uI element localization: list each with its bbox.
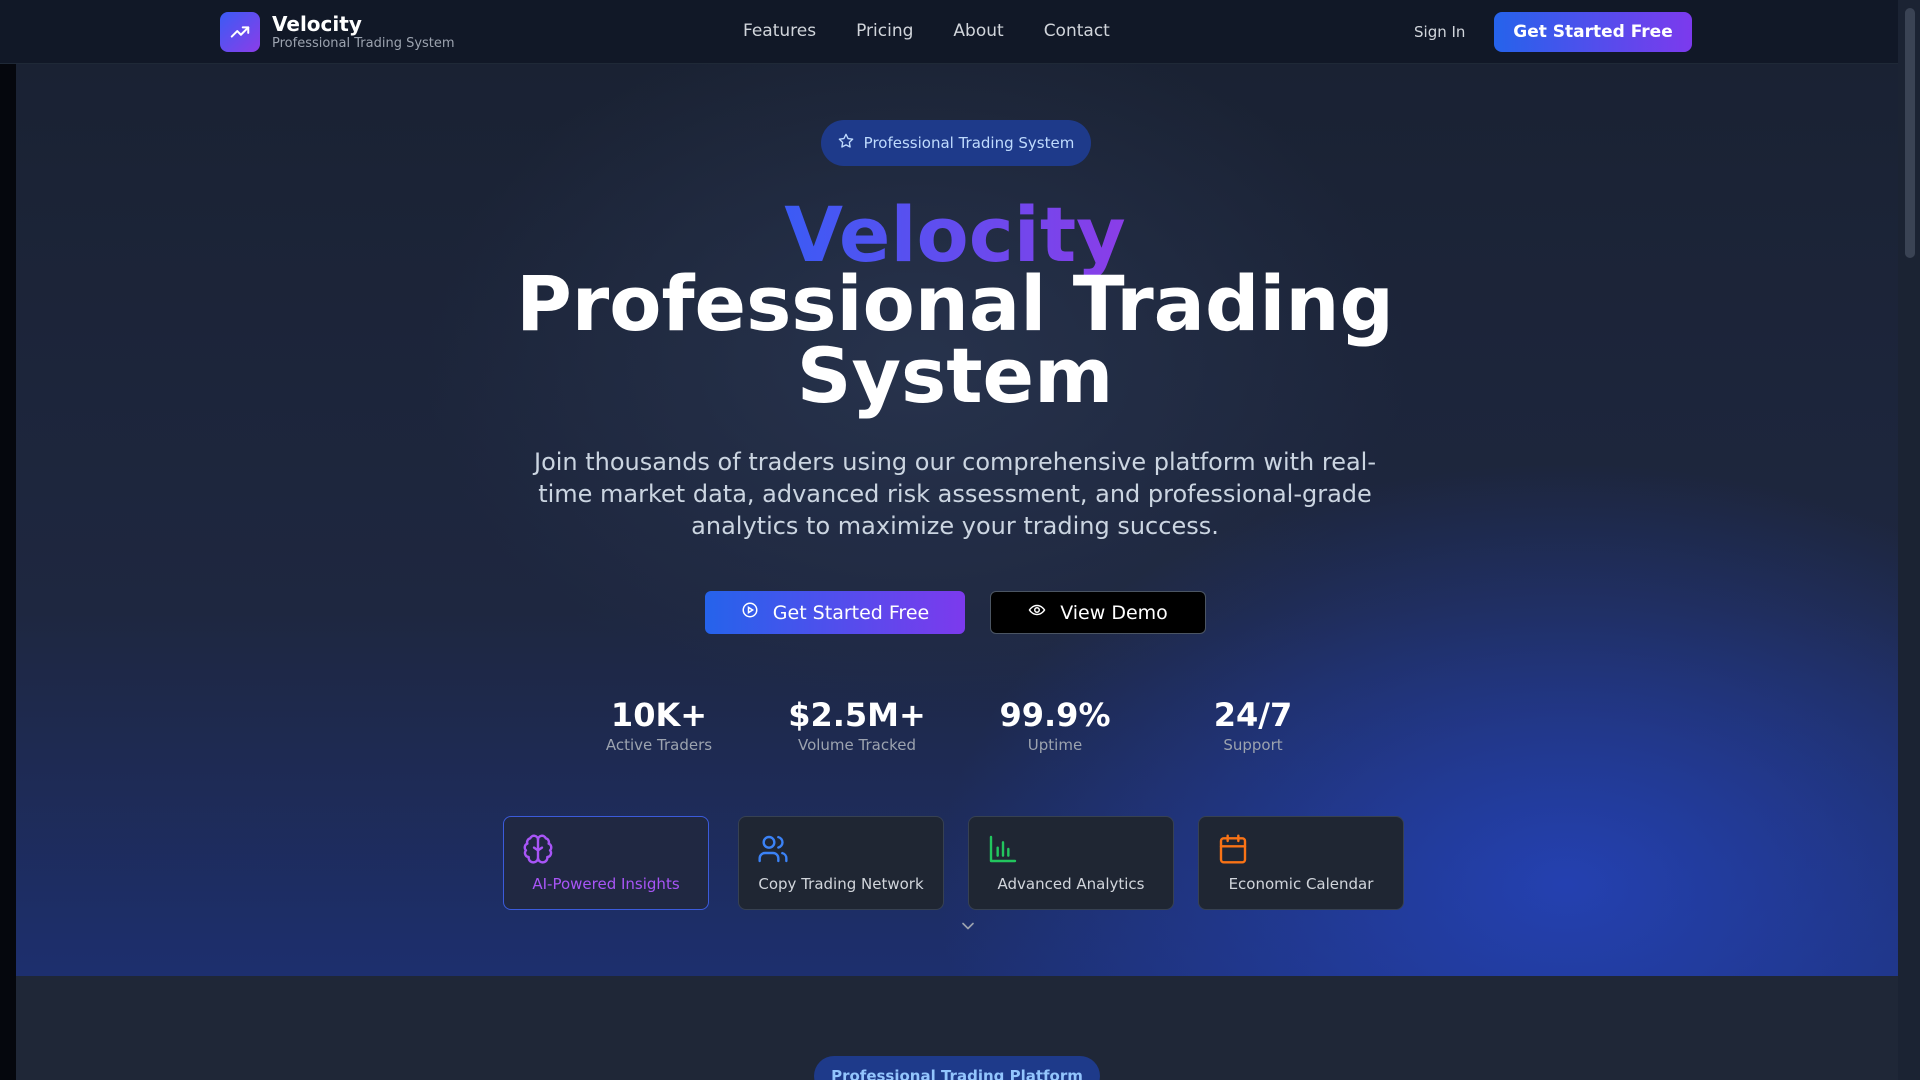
nav-link-features[interactable]: Features — [743, 20, 816, 42]
trending-up-icon — [220, 12, 260, 52]
nav-link-contact[interactable]: Contact — [1044, 20, 1110, 42]
stat-support: 24/7 Support — [1153, 695, 1353, 755]
view-demo-button[interactable]: View Demo — [990, 591, 1206, 634]
brain-icon — [522, 833, 554, 865]
feature-card-label: Copy Trading Network — [758, 875, 924, 893]
hero-badge-label: Professional Trading System — [863, 134, 1075, 152]
chevron-down-icon[interactable] — [958, 916, 978, 940]
feature-card-advanced-analytics[interactable]: Advanced Analytics — [968, 816, 1174, 910]
hero-title-line2: System — [796, 331, 1114, 420]
stat-active-traders: 10K+ Active Traders — [559, 695, 759, 755]
stat-label: Active Traders — [605, 736, 713, 754]
stat-uptime: 99.9% Uptime — [955, 695, 1155, 755]
stat-label: Volume Tracked — [797, 736, 917, 754]
play-circle-icon — [741, 601, 759, 624]
stat-value: 10K+ — [610, 696, 708, 734]
hero-description: Join thousands of traders using our comp… — [533, 448, 1376, 540]
hero-title-line1: Professional Trading — [516, 259, 1394, 348]
hero-title: Professional Trading System — [0, 259, 1910, 420]
brand-logo[interactable]: Velocity Professional Trading System — [220, 12, 455, 52]
nav-links: Features Pricing About Contact — [743, 20, 1110, 42]
feature-card-label: AI-Powered Insights — [532, 875, 680, 893]
hero-get-started-button[interactable]: Get Started Free — [705, 591, 965, 634]
stat-value: 24/7 — [1213, 696, 1293, 734]
feature-card-label: Advanced Analytics — [997, 875, 1145, 893]
nav-link-about[interactable]: About — [953, 20, 1003, 42]
calendar-icon — [1217, 833, 1249, 865]
bar-chart-icon — [987, 833, 1019, 865]
scrollbar-thumb[interactable] — [1905, 8, 1915, 258]
feature-card-ai-insights[interactable]: AI-Powered Insights — [503, 816, 709, 910]
users-icon — [757, 833, 789, 865]
feature-card-copy-trading[interactable]: Copy Trading Network — [738, 816, 944, 910]
feature-card-economic-calendar[interactable]: Economic Calendar — [1198, 816, 1404, 910]
view-demo-label: View Demo — [1060, 601, 1168, 624]
platform-section: Professional Trading Platform — [16, 976, 1898, 1080]
nav-get-started-button[interactable]: Get Started Free — [1494, 12, 1692, 52]
hero-get-started-label: Get Started Free — [772, 601, 930, 624]
sign-in-link[interactable]: Sign In — [1414, 22, 1465, 42]
platform-section-badge: Professional Trading Platform — [814, 1056, 1100, 1080]
page-scrollbar[interactable] — [1898, 0, 1920, 1080]
brand-name: Velocity — [272, 12, 362, 36]
left-edge — [0, 0, 16, 1080]
stat-value: 99.9% — [999, 696, 1111, 734]
star-icon — [838, 133, 854, 153]
top-navbar: Velocity Professional Trading System Fea… — [0, 0, 1898, 64]
stat-volume-tracked: $2.5M+ Volume Tracked — [757, 695, 957, 755]
stat-label: Support — [1223, 736, 1283, 754]
hero-badge: Professional Trading System — [821, 120, 1091, 166]
eye-icon — [1028, 601, 1046, 624]
brand-tagline: Professional Trading System — [272, 36, 455, 51]
stat-label: Uptime — [1027, 736, 1083, 754]
stat-value: $2.5M+ — [788, 696, 926, 734]
feature-card-label: Economic Calendar — [1228, 875, 1374, 893]
nav-link-pricing[interactable]: Pricing — [856, 20, 913, 42]
